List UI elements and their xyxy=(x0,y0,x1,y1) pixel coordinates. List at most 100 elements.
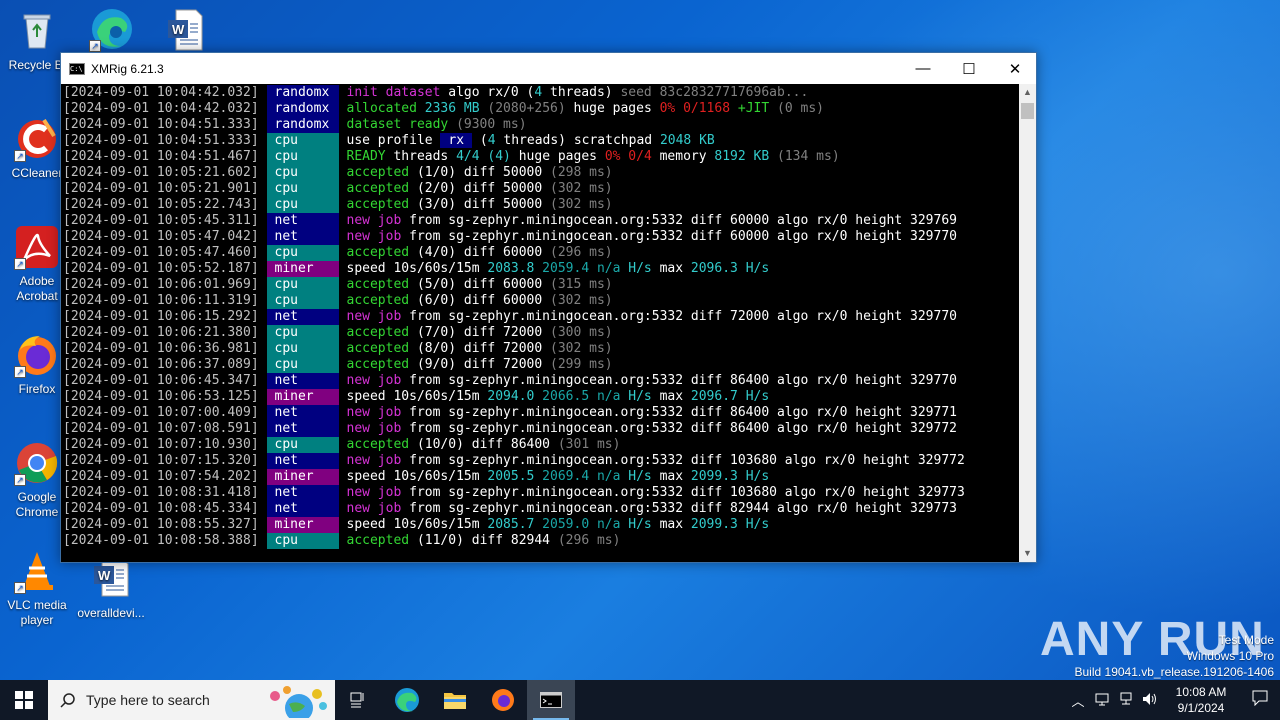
log-timestamp: [2024-09-01 10:06:21.380] xyxy=(63,325,267,340)
log-tag-net: net xyxy=(266,421,339,437)
ccleaner-icon: ↗ xyxy=(14,116,60,162)
console-line: [2024-09-01 10:05:52.187] miner speed 10s… xyxy=(63,261,1021,277)
desktop-icon-edge[interactable]: ↗ xyxy=(75,6,149,56)
recycle-bin-icon xyxy=(14,8,60,54)
taskbar: Type here to search ︿ 10:08 AM 9/1/2024 xyxy=(0,680,1280,720)
console-line: [2024-09-01 10:08:58.388] cpu accepted (1… xyxy=(63,533,1021,549)
console-line: [2024-09-01 10:05:47.460] cpu accepted (4… xyxy=(63,245,1021,261)
taskbar-firefox-button[interactable] xyxy=(479,680,527,720)
volume-icon[interactable] xyxy=(1138,692,1162,709)
log-tag-net: net xyxy=(266,485,339,501)
clock-time: 10:08 AM xyxy=(1175,685,1227,699)
scroll-up-icon[interactable]: ▲ xyxy=(1019,84,1036,101)
console-line: [2024-09-01 10:04:42.032] randomx init da… xyxy=(63,85,1021,101)
start-button[interactable] xyxy=(0,680,48,720)
log-tag-net: net xyxy=(266,501,339,517)
maximize-button[interactable]: ☐ xyxy=(946,53,992,84)
log-message: accepted (11/0) diff 82944 (296 ms) xyxy=(346,533,621,548)
log-timestamp: [2024-09-01 10:05:21.901] xyxy=(63,181,267,196)
log-tag-miner: miner xyxy=(266,389,339,405)
log-timestamp: [2024-09-01 10:08:31.418] xyxy=(63,485,267,500)
show-hidden-icons-chevron-icon[interactable]: ︿ xyxy=(1066,691,1090,710)
log-timestamp: [2024-09-01 10:07:08.591] xyxy=(63,421,267,436)
log-message: accepted (7/0) diff 72000 (300 ms) xyxy=(346,325,613,340)
log-message: new job from sg-zephyr.miningocean.org:5… xyxy=(346,373,958,388)
taskbar-edge-button[interactable] xyxy=(383,680,431,720)
watermark-line: Windows 10 Pro xyxy=(1186,649,1274,663)
chrome-icon: ↗ xyxy=(14,440,60,486)
svg-text:W: W xyxy=(172,22,185,37)
taskbar-clock[interactable]: 10:08 AM 9/1/2024 xyxy=(1162,684,1240,716)
log-message: new job from sg-zephyr.miningocean.org:5… xyxy=(346,485,965,500)
log-tag-randomx: randomx xyxy=(266,117,339,133)
firefox-icon xyxy=(492,689,514,711)
edge-icon: ↗ xyxy=(89,6,135,52)
console-line: [2024-09-01 10:07:00.409] net new job fro… xyxy=(63,405,1021,421)
log-timestamp: [2024-09-01 10:06:11.319] xyxy=(63,293,267,308)
shortcut-arrow-icon: ↗ xyxy=(89,40,101,52)
log-message: new job from sg-zephyr.miningocean.org:5… xyxy=(346,229,958,244)
taskbar-search-box[interactable]: Type here to search xyxy=(48,680,335,720)
taskbar-file-explorer-button[interactable] xyxy=(431,680,479,720)
log-timestamp: [2024-09-01 10:05:45.311] xyxy=(63,213,267,228)
log-timestamp: [2024-09-01 10:04:51.333] xyxy=(63,133,267,148)
log-tag-net: net xyxy=(266,453,339,469)
log-message: speed 10s/60s/15m 2085.7 2059.0 n/a H/s … xyxy=(346,517,770,532)
log-message: speed 10s/60s/15m 2094.0 2066.5 n/a H/s … xyxy=(346,389,770,404)
log-timestamp: [2024-09-01 10:04:51.467] xyxy=(63,149,267,164)
console-line: [2024-09-01 10:06:36.981] cpu accepted (8… xyxy=(63,341,1021,357)
xmrig-console-window[interactable]: C:\ XMRig 6.21.3 — ☐ ✕ [2024-09-01 10:04… xyxy=(60,52,1037,563)
task-view-icon xyxy=(350,692,364,708)
console-output[interactable]: [2024-09-01 10:04:42.032] randomx init da… xyxy=(61,84,1021,562)
console-line: [2024-09-01 10:06:01.969] cpu accepted (5… xyxy=(63,277,1021,293)
shortcut-arrow-icon: ↗ xyxy=(14,366,26,378)
console-line: [2024-09-01 10:06:53.125] miner speed 10s… xyxy=(63,389,1021,405)
system-tray: ︿ 10:08 AM 9/1/2024 xyxy=(1066,680,1280,720)
log-message: READY threads 4/4 (4) huge pages 0% 0/4 … xyxy=(346,149,840,164)
ethernet-icon[interactable] xyxy=(1114,692,1138,709)
log-message: init dataset algo rx/0 (4 threads) seed … xyxy=(346,85,809,100)
console-line: [2024-09-01 10:04:51.467] cpu READY threa… xyxy=(63,149,1021,165)
log-timestamp: [2024-09-01 10:08:45.334] xyxy=(63,501,267,516)
notification-center-icon[interactable] xyxy=(1240,690,1280,710)
desktop-icon-overalldevi[interactable]: W overalldevi... xyxy=(74,556,148,621)
shortcut-arrow-icon: ↗ xyxy=(14,150,26,162)
search-icon xyxy=(60,693,75,708)
minimize-button[interactable]: — xyxy=(900,53,946,84)
log-message: accepted (6/0) diff 60000 (302 ms) xyxy=(346,293,613,308)
vertical-scrollbar[interactable]: ▲ ▼ xyxy=(1019,84,1036,562)
scroll-down-icon[interactable]: ▼ xyxy=(1019,545,1036,562)
clock-date: 9/1/2024 xyxy=(1177,701,1225,715)
network-icon[interactable] xyxy=(1090,692,1114,709)
search-placeholder: Type here to search xyxy=(86,692,210,708)
log-timestamp: [2024-09-01 10:07:54.202] xyxy=(63,469,267,484)
log-message: accepted (3/0) diff 50000 (302 ms) xyxy=(346,197,613,212)
log-message: speed 10s/60s/15m 2083.8 2059.4 n/a H/s … xyxy=(346,261,770,276)
shortcut-arrow-icon: ↗ xyxy=(14,474,26,486)
console-line: [2024-09-01 10:04:51.333] randomx dataset… xyxy=(63,117,1021,133)
acrobat-icon: ↗ xyxy=(14,224,60,270)
console-line: [2024-09-01 10:04:42.032] randomx allocat… xyxy=(63,101,1021,117)
log-tag-cpu: cpu xyxy=(266,245,339,261)
log-timestamp: [2024-09-01 10:05:22.743] xyxy=(63,197,267,212)
firefox-icon: ↗ xyxy=(14,332,60,378)
desktop-icon-label: overalldevi... xyxy=(77,606,145,620)
scrollbar-thumb[interactable] xyxy=(1021,103,1034,119)
log-tag-miner: miner xyxy=(266,517,339,533)
log-tag-cpu: cpu xyxy=(266,293,339,309)
log-message: use profile rx (4 threads) scratchpad 20… xyxy=(346,133,715,148)
close-button[interactable]: ✕ xyxy=(992,53,1038,84)
taskbar-xmrig-console-button[interactable] xyxy=(527,680,575,720)
shortcut-arrow-icon: ↗ xyxy=(14,258,26,270)
console-line: [2024-09-01 10:04:51.333] cpu use profile… xyxy=(63,133,1021,149)
log-tag-net: net xyxy=(266,373,339,389)
desktop-icon-word-doc[interactable]: W xyxy=(148,6,222,56)
console-line: [2024-09-01 10:08:55.327] miner speed 10s… xyxy=(63,517,1021,533)
task-view-button[interactable] xyxy=(335,680,383,720)
vlc-icon: ↗ xyxy=(14,548,60,594)
console-line: [2024-09-01 10:07:15.320] net new job fro… xyxy=(63,453,1021,469)
console-line: [2024-09-01 10:07:54.202] miner speed 10s… xyxy=(63,469,1021,485)
windows-test-mode-watermark: Test Mode Windows 10 Pro Build 19041.vb_… xyxy=(1075,632,1275,680)
folder-icon xyxy=(444,693,466,709)
window-titlebar[interactable]: C:\ XMRig 6.21.3 — ☐ ✕ xyxy=(61,53,1036,84)
